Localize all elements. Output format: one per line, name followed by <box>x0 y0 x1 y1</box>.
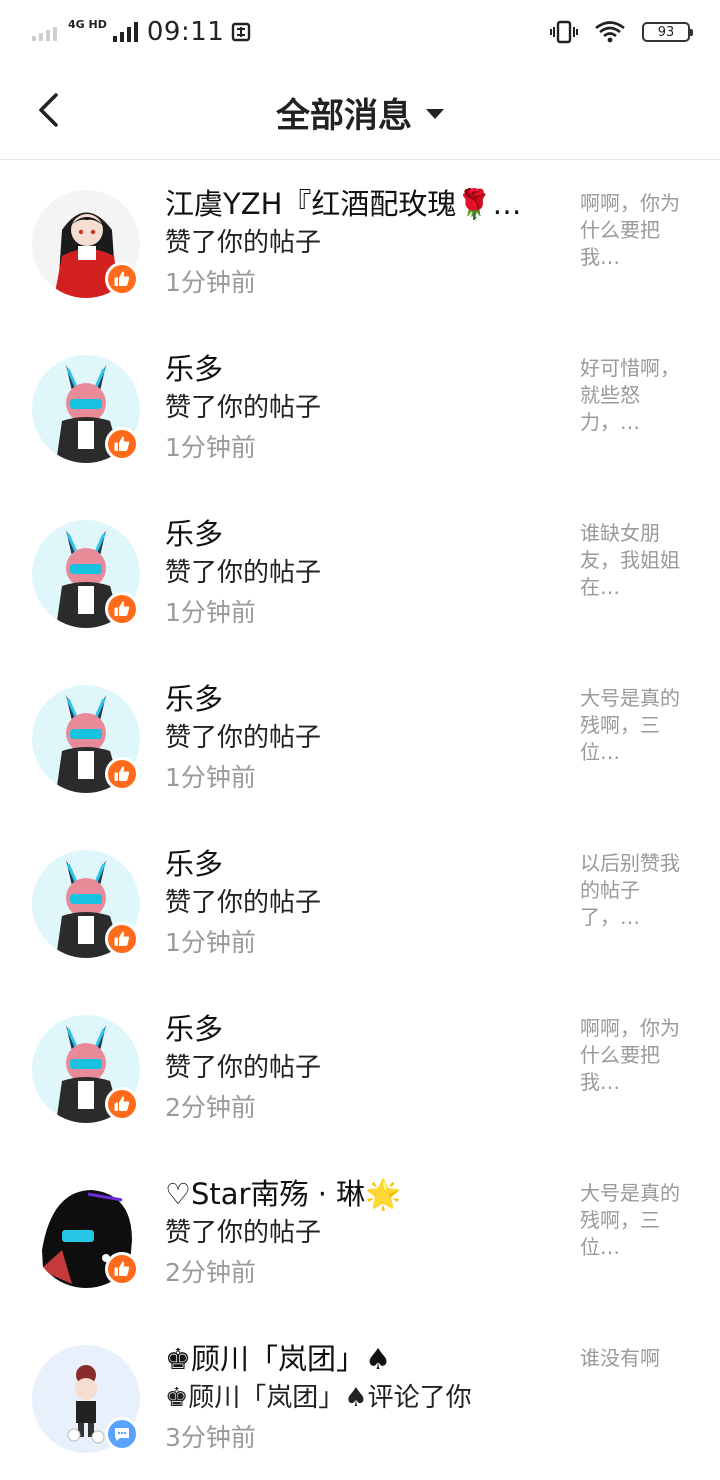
post-preview[interactable]: 以后别赞我的帖子了，… <box>580 850 684 931</box>
timestamp: 1分钟前 <box>165 928 256 957</box>
battery-level: 93 <box>657 24 675 40</box>
status-time: 09:11 <box>146 17 225 47</box>
sender-name[interactable]: 乐多 <box>165 1009 560 1049</box>
comment-icon <box>115 1428 129 1441</box>
action-text: 赞了你的帖子 <box>165 1053 322 1083</box>
action-text: 赞了你的帖子 <box>165 228 322 258</box>
message-item[interactable]: 乐多赞了你的帖子 1分钟前 以后别赞我的帖子了，… <box>0 820 720 985</box>
sender-name[interactable]: 乐多 <box>165 349 560 389</box>
post-preview[interactable]: 大号是真的残啊，三位… <box>580 1180 684 1261</box>
status-right: 93 <box>550 20 693 44</box>
sender-name[interactable]: 江虞YZH『红酒配玫瑰🌹… <box>165 184 560 224</box>
like-badge <box>105 262 139 296</box>
thumbs-up-icon <box>114 1261 130 1276</box>
wifi-icon <box>595 21 625 43</box>
action-text: 赞了你的帖子 <box>165 393 322 423</box>
post-preview[interactable]: 谁没有啊 <box>580 1345 684 1372</box>
timestamp: 2分钟前 <box>165 1093 256 1122</box>
page-title: 全部消息 <box>276 95 412 136</box>
message-item[interactable]: 乐多赞了你的帖子 1分钟前 好可惜啊，就些怒力，… <box>0 325 720 490</box>
post-preview[interactable]: 啊啊，你为什么要把我… <box>580 1015 684 1096</box>
sender-name[interactable]: 乐多 <box>165 844 560 884</box>
message-item[interactable]: ♚顾川「岚团」♠ ♚顾川「岚团」♠评论了你 3分钟前 谁没有啊 <box>0 1315 720 1480</box>
status-bar: 4G HD 09:11 93 <box>0 0 720 64</box>
signal-strong-icon <box>112 22 138 42</box>
post-preview[interactable]: 大号是真的残啊，三位… <box>580 685 684 766</box>
filter-dropdown[interactable]: 全部消息 <box>0 86 720 138</box>
thumbs-up-icon <box>114 766 130 781</box>
message-item[interactable]: 江虞YZH『红酒配玫瑰🌹… 赞了你的帖子 1分钟前 啊啊，你为什么要把我… <box>0 160 720 325</box>
timestamp: 1分钟前 <box>165 433 256 462</box>
sender-name[interactable]: ♡Star南殇 · 琳🌟 <box>165 1174 560 1214</box>
action-text: ♚顾川「岚团」♠评论了你 <box>165 1383 472 1413</box>
like-badge <box>105 427 139 461</box>
post-preview[interactable]: 好可惜啊，就些怒力，… <box>580 355 684 436</box>
like-badge <box>105 922 139 956</box>
timestamp: 1分钟前 <box>165 763 256 792</box>
action-text: 赞了你的帖子 <box>165 1218 322 1248</box>
message-list: 江虞YZH『红酒配玫瑰🌹… 赞了你的帖子 1分钟前 啊啊，你为什么要把我… 乐多 赞了你的… <box>0 160 720 1480</box>
timestamp: 1分钟前 <box>165 268 256 297</box>
thumbs-up-icon <box>114 271 130 286</box>
signal-weak-icon <box>32 27 57 41</box>
timestamp: 2分钟前 <box>165 1258 256 1287</box>
message-item[interactable]: ♡Star南殇 · 琳🌟 赞了你的帖子 2分钟前 大号是真的残啊，三位… <box>0 1150 720 1315</box>
like-badge <box>105 1087 139 1121</box>
comment-badge <box>105 1417 139 1451</box>
like-badge <box>105 757 139 791</box>
post-preview[interactable]: 谁缺女朋友，我姐姐在… <box>580 520 684 601</box>
message-item[interactable]: 乐多赞了你的帖子 1分钟前 谁缺女朋友，我姐姐在… <box>0 490 720 655</box>
thumbs-up-icon <box>114 436 130 451</box>
action-text: 赞了你的帖子 <box>165 723 322 753</box>
caret-down-icon <box>426 109 444 119</box>
like-badge <box>105 592 139 626</box>
like-badge <box>105 1252 139 1286</box>
nav-bar: 全部消息 <box>0 64 720 160</box>
thumbs-up-icon <box>114 931 130 946</box>
thumbs-up-icon <box>114 1096 130 1111</box>
post-preview[interactable]: 啊啊，你为什么要把我… <box>580 190 684 271</box>
status-left: 4G HD 09:11 <box>32 17 252 47</box>
thumbs-up-icon <box>114 601 130 616</box>
battery-indicator: 93 <box>642 22 693 42</box>
sender-name[interactable]: 乐多 <box>165 514 560 554</box>
message-item[interactable]: 乐多赞了你的帖子 2分钟前 啊啊，你为什么要把我… <box>0 985 720 1150</box>
vibrate-icon <box>550 20 578 44</box>
sender-name[interactable]: ♚顾川「岚团」♠ <box>165 1339 560 1379</box>
sync-icon <box>232 22 251 42</box>
timestamp: 3分钟前 <box>165 1423 256 1452</box>
timestamp: 1分钟前 <box>165 598 256 627</box>
sender-name[interactable]: 乐多 <box>165 679 560 719</box>
message-item[interactable]: 乐多赞了你的帖子 1分钟前 大号是真的残啊，三位… <box>0 655 720 820</box>
action-text: 赞了你的帖子 <box>165 558 322 588</box>
action-text: 赞了你的帖子 <box>165 888 322 918</box>
network-type-label: 4G HD <box>68 18 107 31</box>
